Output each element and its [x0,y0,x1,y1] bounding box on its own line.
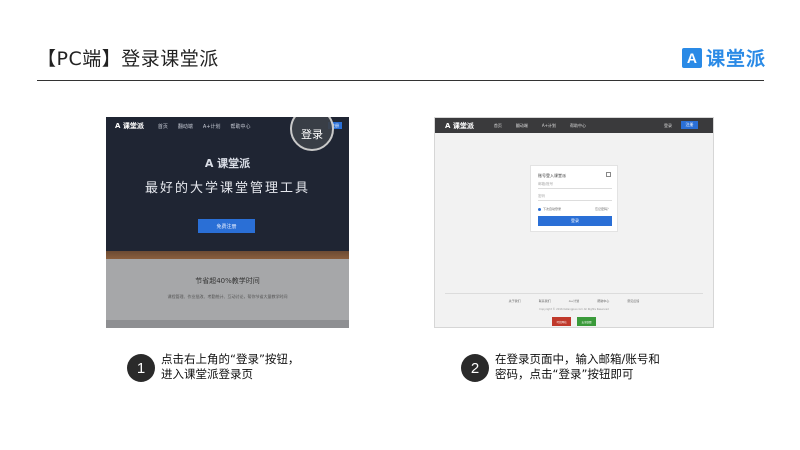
footer-badges: 可信网站 安全联盟 [435,317,713,326]
loginpage-nav-login-link[interactable]: 登录 [664,123,672,129]
remember-me-label: 下次自动登录 [543,207,562,211]
screenshot-homepage: A 课堂派 首页 翻动端 A+计划 帮助中心 注册 登录 A 课堂派 最好的大学… [106,117,349,328]
homepage-nav-item[interactable]: A+计划 [203,123,221,130]
trust-badge-icon: 可信网站 [552,317,571,326]
step-number-badge: 1 [127,354,155,382]
step-number-badge: 2 [461,354,489,382]
feature-text: 课程管理、作业批改、考勤统计、互动讨论，帮你节省大量教学时间 [167,294,288,299]
step-line: 密码，点击“登录”按钮即可 [495,367,634,381]
footer-link[interactable]: 关于我们 [509,299,521,303]
email-field[interactable]: 邮箱/账号 [538,180,612,189]
step-1: 1 点击右上角的“登录”按钮， 进入课堂派登录页 [127,352,299,382]
footer-link[interactable]: A+计划 [569,299,580,303]
screenshot-login-page: A 课堂派 首页 翻动端 A+计划 帮助中心 登录 注册 账号登入课堂派 邮箱/… [434,117,714,328]
homepage-headline: 最好的大学课堂管理工具 [144,181,310,196]
feature-title: 节省超40%教学时间 [195,277,260,285]
browser-bottom-bar [106,320,349,328]
step-description: 在登录页面中，输入邮箱/账号和 密码，点击“登录”按钮即可 [495,352,660,382]
homepage-nav-item[interactable]: 首页 [158,123,168,130]
loginpage-nav-item[interactable]: 帮助中心 [570,123,586,129]
checkbox-dot-icon [538,207,541,211]
footer-divider [445,293,703,294]
forgot-password-link[interactable]: 忘记密码？ [595,207,610,211]
loginpage-nav-register-button[interactable]: 注册 [681,121,698,129]
homepage-wood-strip [106,251,349,259]
step-line: 点击右上角的“登录”按钮， [161,352,300,366]
title-divider [37,80,764,81]
step-description: 点击右上角的“登录”按钮， 进入课堂派登录页 [161,352,299,382]
brand-text: 课堂派 [705,48,766,70]
qrcode-icon[interactable] [606,172,611,177]
footer-link[interactable]: 意见反馈 [627,299,639,303]
login-card-title: 账号登入课堂派 [538,173,566,178]
step-line: 进入课堂派登录页 [161,367,253,381]
loginpage-nav-item[interactable]: 首页 [494,123,502,129]
footer-link[interactable]: 联系我们 [539,299,551,303]
password-field[interactable]: 密码 [538,192,612,201]
remember-me-checkbox[interactable]: 下次自动登录 [538,207,561,211]
login-submit-button[interactable]: 登录 [538,216,612,226]
loginpage-nav-item[interactable]: A+计划 [542,123,556,129]
homepage-feature-section: 节省超40%教学时间 课程管理、作业批改、考勤统计、互动讨论，帮你节省大量教学时… [106,259,349,328]
loginpage-nav-item[interactable]: 翻动端 [516,123,528,129]
slide-title: 【PC端】登录课堂派 [37,48,219,70]
free-register-button[interactable]: 免费注册 [198,219,255,233]
brand-logo: A 课堂派 [681,44,766,71]
footer-link[interactable]: 帮助中心 [597,299,609,303]
footer-links: 关于我们 联系我们 A+计划 帮助中心 意见反馈 [435,299,713,303]
homepage-nav-item[interactable]: 帮助中心 [231,123,251,130]
homepage-logo: A 课堂派 [115,122,144,130]
login-button-highlight[interactable]: 登录 [290,117,334,151]
brand-mark-icon: A [681,47,702,68]
homepage-nav-item[interactable]: 翻动端 [178,123,193,130]
loginpage-logo: A 课堂派 [445,121,474,130]
login-card: 账号登入课堂派 邮箱/账号 密码 下次自动登录 忘记密码？ 登录 [530,165,618,232]
footer-copyright: Copyright © 2016 Ketangpai.com All Right… [539,308,609,311]
homepage-hero-logo: A 课堂派 [204,157,251,170]
step-2: 2 在登录页面中，输入邮箱/账号和 密码，点击“登录”按钮即可 [461,352,660,382]
step-line: 在登录页面中，输入邮箱/账号和 [495,352,660,366]
security-badge-icon: 安全联盟 [577,317,596,326]
